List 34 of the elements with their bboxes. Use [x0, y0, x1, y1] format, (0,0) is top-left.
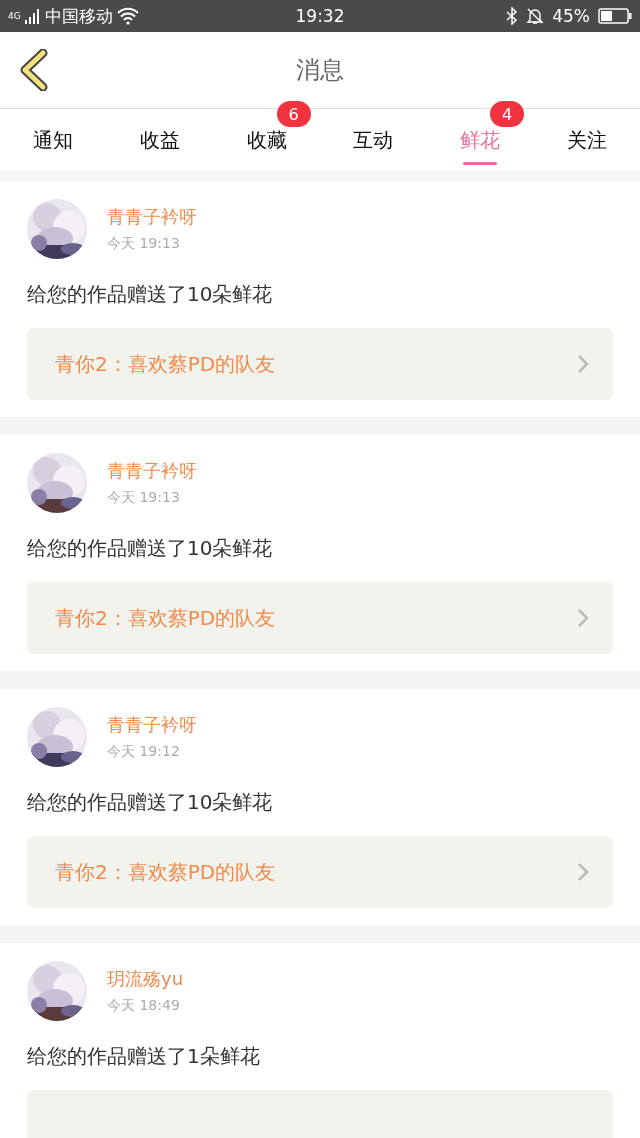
tab[interactable]: 关注 — [533, 109, 640, 171]
chevron-right-icon — [577, 354, 589, 374]
signal-icon — [24, 8, 41, 24]
message-text: 给您的作品赠送了10朵鲜花 — [27, 535, 274, 562]
count-badge: 6 — [276, 101, 311, 127]
bluetooth-icon — [506, 7, 519, 25]
message-text: 给您的作品赠送了1朵鲜花 — [27, 1043, 261, 1070]
carrier-name: 中国移动 — [44, 4, 113, 28]
chevron-right-icon — [577, 608, 589, 628]
work-link[interactable]: 青你2：喜欢蔡PD的队友 — [27, 328, 613, 400]
message-time: 今天 19:13 — [107, 489, 181, 507]
battery-icon — [598, 8, 632, 24]
tab[interactable]: 收益 — [106, 109, 214, 171]
user-name[interactable]: 青青子衿呀 — [107, 205, 197, 229]
clock: 19:32 — [295, 6, 345, 26]
battery-percent: 45% — [552, 6, 590, 26]
page-title: 消息 — [296, 55, 344, 86]
message-text: 给您的作品赠送了10朵鲜花 — [27, 789, 274, 816]
user-name[interactable]: 青青子衿呀 — [107, 713, 197, 737]
wifi-icon — [116, 7, 139, 25]
tab[interactable]: 通知 — [0, 109, 107, 171]
message-time: 今天 19:13 — [107, 235, 181, 253]
work-link[interactable]: 青你2：喜欢蔡PD的队友 — [27, 836, 613, 908]
bell-off-icon — [526, 7, 545, 25]
tab[interactable]: 互动 — [320, 109, 427, 171]
network-type: 4G — [8, 11, 21, 21]
count-badge: 4 — [490, 101, 524, 127]
message-time: 今天 19:12 — [107, 743, 181, 761]
message-text: 给您的作品赠送了10朵鲜花 — [27, 281, 274, 308]
chevron-right-icon — [577, 862, 589, 882]
user-name[interactable]: 玥流殇yu — [107, 967, 184, 991]
work-link[interactable]: 青你2：喜欢蔡PD的队友 — [27, 582, 613, 654]
user-name[interactable]: 青青子衿呀 — [107, 459, 197, 483]
message-time: 今天 18:49 — [107, 997, 181, 1015]
